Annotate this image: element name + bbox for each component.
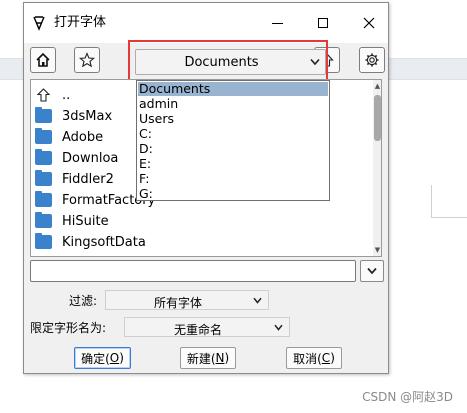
naming-label: 限定字形名为: [30, 321, 107, 335]
file-name: Fiddler2 [62, 171, 114, 187]
list-item[interactable]: HiSuite [35, 211, 109, 231]
ok-label: 确定( [81, 351, 110, 366]
folder-icon [35, 170, 52, 186]
close-icon [363, 17, 375, 29]
background-divider [431, 217, 467, 218]
dropdown-option-g[interactable]: G: [138, 187, 328, 201]
folder-icon [35, 233, 52, 249]
app-icon [32, 15, 46, 31]
dropdown-option-admin[interactable]: admin [138, 97, 328, 111]
new-accesskey: N [215, 351, 225, 365]
vertical-scrollbar[interactable]: ▲ ▼ [373, 80, 381, 256]
filter-value: 所有字体 [153, 296, 202, 310]
watermark-text: CSDN @阿赵3D [362, 390, 453, 404]
dropdown-option-documents[interactable]: Documents [138, 82, 328, 96]
new-button[interactable]: 新建(N) [180, 347, 236, 369]
folder-icon [35, 212, 52, 228]
folder-icon [35, 128, 52, 144]
minimize-icon [271, 22, 283, 24]
dropdown-option-d[interactable]: D: [138, 142, 328, 156]
window-title: 打开字体 [54, 15, 107, 30]
cancel-button[interactable]: 取消(C) [286, 347, 342, 369]
cancel-label-end: ) [330, 351, 335, 365]
ok-button[interactable]: 确定(O) [74, 347, 131, 369]
settings-button[interactable] [359, 47, 385, 73]
list-item[interactable]: Adobe [35, 127, 103, 147]
list-item[interactable]: Fiddler2 [35, 169, 114, 189]
list-item[interactable]: KingsoftData [35, 232, 146, 252]
dropdown-option-e[interactable]: E: [138, 157, 328, 171]
path-combobox-value: Documents [184, 55, 259, 70]
gear-icon [365, 53, 379, 67]
maximize-icon [318, 18, 328, 28]
home-button[interactable] [30, 47, 56, 73]
list-item[interactable]: Downloa [35, 148, 118, 168]
cancel-label: 取消( [293, 351, 322, 366]
chevron-down-icon [310, 58, 320, 66]
filename-input[interactable] [30, 260, 356, 282]
maximize-button[interactable] [302, 3, 344, 43]
scrollbar-thumb[interactable] [374, 95, 381, 141]
dropdown-option-c[interactable]: C: [138, 127, 328, 141]
folder-icon [35, 107, 52, 123]
list-item[interactable]: 3dsMax [35, 106, 112, 126]
file-name: Adobe [62, 129, 104, 145]
filter-combobox[interactable]: 所有字体 [105, 290, 269, 310]
path-dropdown-list[interactable]: Documents admin Users C: D: E: F: G: [136, 80, 330, 201]
cancel-accesskey: C [321, 351, 331, 365]
list-item-parent[interactable]: .. [35, 85, 70, 105]
file-name: KingsoftData [62, 234, 146, 250]
ok-accesskey: O [109, 351, 120, 365]
bookmark-button[interactable] [74, 47, 100, 73]
filter-label: 过滤: [69, 294, 98, 308]
minimize-button[interactable] [256, 3, 298, 43]
star-icon [79, 52, 95, 68]
naming-value: 无重命名 [173, 323, 222, 337]
open-font-dialog: 打开字体 Documents .. 3dsMax Adobe Downloa F… [23, 2, 389, 374]
folder-icon [35, 191, 52, 207]
file-name: Downloa [62, 150, 119, 166]
up-arrow-icon [36, 88, 51, 102]
home-icon [36, 52, 50, 67]
scroll-down-icon[interactable]: ▼ [373, 245, 381, 255]
background-divider [431, 185, 432, 217]
folder-icon [35, 149, 52, 165]
chevron-down-icon [274, 324, 283, 331]
chevron-down-icon [253, 297, 262, 304]
file-name: .. [62, 87, 71, 103]
ok-label-end: ) [119, 351, 124, 365]
new-label: 新建( [186, 351, 216, 366]
chevron-down-icon [367, 267, 377, 275]
close-button[interactable] [348, 3, 390, 43]
file-name: 3dsMax [62, 108, 113, 124]
dropdown-option-users[interactable]: Users [138, 112, 328, 126]
file-name: HiSuite [62, 213, 109, 229]
path-combobox[interactable]: Documents [135, 49, 326, 75]
scroll-up-icon[interactable]: ▲ [373, 81, 381, 91]
naming-combobox[interactable]: 无重命名 [124, 317, 290, 337]
dropdown-option-f[interactable]: F: [138, 172, 328, 186]
filename-history-button[interactable] [360, 260, 384, 282]
new-label-end: ) [224, 351, 230, 365]
title-bar: 打开字体 [24, 3, 388, 43]
